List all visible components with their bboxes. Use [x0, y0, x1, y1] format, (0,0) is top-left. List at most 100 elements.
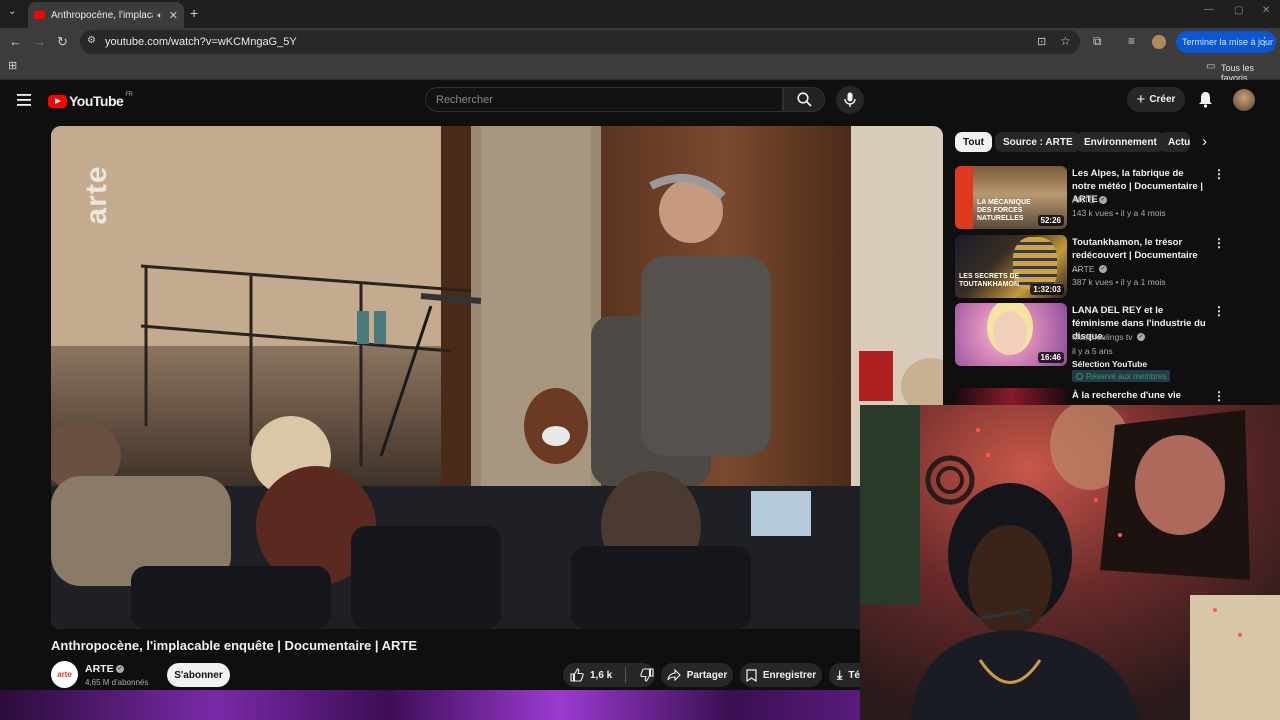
- search-button[interactable]: [783, 87, 825, 112]
- channel-avatar[interactable]: arte: [51, 661, 78, 688]
- arte-thumb-logo: [955, 166, 973, 229]
- share-icon: [667, 669, 681, 681]
- stream-overlay-strip: [0, 690, 860, 720]
- download-label: Té: [848, 669, 860, 681]
- video-duration: 1:32:03: [1030, 284, 1064, 295]
- thumb-caption: LA MÉCANIQUE DES FORCES NATURELLES: [977, 199, 1031, 222]
- browser-tab-bar: ⌄ Anthropocène, l'implacable 🔈︎ ✕ + — ▢ …: [0, 0, 1280, 28]
- new-tab-icon[interactable]: +: [190, 6, 198, 20]
- arte-watermark: arte: [80, 165, 113, 225]
- youtube-favicon-icon: [34, 11, 45, 19]
- restore-icon[interactable]: ▢: [1234, 6, 1243, 16]
- region-code: FR: [125, 92, 133, 98]
- webcam-feed: [860, 405, 1280, 720]
- site-info-icon[interactable]: ⚙: [87, 35, 96, 46]
- more-options-icon[interactable]: ⋮: [1213, 237, 1225, 249]
- more-options-icon[interactable]: ⋮: [1213, 305, 1225, 317]
- thumbs-down-icon[interactable]: [640, 668, 654, 682]
- folder-icon: ▭: [1206, 61, 1216, 72]
- youtube-play-icon: [48, 94, 67, 108]
- thumb-caption: LES SECRETS DE TOUTANKHAMON: [959, 273, 1020, 288]
- chip-environnement[interactable]: Environnement: [1076, 132, 1165, 152]
- recommendation-meta: 143 k vues • il y a 4 mois: [1072, 208, 1166, 218]
- recommendation-meta: 387 k vues • il y a 1 mois: [1072, 277, 1166, 287]
- chip-label: Actu: [1168, 136, 1190, 148]
- microphone-icon: [844, 92, 856, 107]
- media-controls-icon[interactable]: ≡: [1128, 35, 1135, 47]
- save-button[interactable]: Enregistrer: [740, 663, 822, 687]
- account-avatar[interactable]: [1233, 89, 1255, 111]
- video-player[interactable]: arte: [51, 126, 943, 629]
- search-input[interactable]: Rechercher: [425, 87, 783, 112]
- hamburger-menu-icon[interactable]: [17, 94, 31, 106]
- back-icon[interactable]: ←: [9, 35, 22, 48]
- apps-grid-icon[interactable]: ⊞: [8, 61, 17, 72]
- youtube-logo[interactable]: YouTube FR: [48, 92, 133, 109]
- chip-label: Tout: [963, 136, 984, 148]
- verified-icon: ✓: [1137, 333, 1145, 341]
- notifications-bell-icon[interactable]: [1198, 91, 1213, 108]
- close-window-icon[interactable]: ✕: [1262, 6, 1270, 16]
- recommendation-channel[interactable]: ARTE: [1072, 195, 1095, 205]
- chip-source-arte[interactable]: Source : ARTE: [995, 132, 1081, 152]
- bookmark-star-icon[interactable]: ☆: [1060, 34, 1071, 48]
- recommendation-title: À la recherche d'une vie: [1072, 390, 1181, 401]
- members-badge-icon: [1076, 372, 1083, 380]
- recommendation-item[interactable]: 16:46 LANA DEL REY et le féminisme dans …: [955, 303, 1255, 385]
- like-dislike-group: 1,6 k: [563, 663, 655, 687]
- download-icon: ⤓: [837, 667, 843, 682]
- more-options-icon[interactable]: ⋮: [1213, 168, 1225, 180]
- forward-icon[interactable]: →: [33, 35, 46, 48]
- recommendation-channel[interactable]: ARTE: [1072, 264, 1095, 274]
- verified-icon: ✓: [116, 665, 124, 673]
- more-options-icon[interactable]: ⋮: [1213, 390, 1225, 402]
- chip-actu[interactable]: Actu: [1160, 132, 1190, 152]
- tab-search-icon[interactable]: ⌄: [8, 7, 16, 17]
- chip-all[interactable]: Tout: [955, 132, 992, 152]
- like-button[interactable]: 1,6 k: [563, 663, 612, 687]
- video-thumbnail[interactable]: [955, 388, 1067, 405]
- logo-text: YouTube: [69, 93, 124, 109]
- members-only-badge: Réservé aux membres: [1072, 370, 1171, 382]
- update-button[interactable]: Terminer la mise à jour ⋮: [1176, 31, 1276, 53]
- speaker-icon[interactable]: 🔈︎: [157, 10, 162, 21]
- thumbs-up-icon: [570, 668, 584, 682]
- bookmarks-bar: ⊞ ▭ Tous les favoris: [0, 56, 1280, 83]
- channel-name[interactable]: ARTE: [85, 663, 114, 675]
- video-thumbnail[interactable]: 16:46: [955, 303, 1067, 366]
- menu-dots-icon[interactable]: ⋮: [1259, 35, 1270, 48]
- share-button[interactable]: Partager: [661, 663, 733, 687]
- like-divider: [625, 667, 627, 683]
- video-thumbnail[interactable]: LES SECRETS DE TOUTANKHAMON 1:32:03: [955, 235, 1067, 298]
- chips-next-arrow-icon[interactable]: ›: [1202, 133, 1207, 150]
- recommendation-channel[interactable]: Musicfeelings tv: [1072, 332, 1132, 342]
- subscribe-label: S'abonner: [174, 669, 223, 681]
- video-thumbnail[interactable]: LA MÉCANIQUE DES FORCES NATURELLES 52:26: [955, 166, 1067, 229]
- reload-icon[interactable]: ↻: [57, 35, 68, 48]
- tab-title: Anthropocène, l'implacable: [51, 9, 153, 21]
- members-badge-label: Réservé aux membres: [1086, 371, 1167, 381]
- voice-search-button[interactable]: [836, 86, 864, 114]
- search-icon: [796, 92, 812, 107]
- video-frame: [51, 126, 943, 629]
- browser-toolbar: ← → ↻ ⚙ youtube.com/watch?v=wKCMngaG_5Y …: [0, 28, 1280, 56]
- recommendation-item[interactable]: LA MÉCANIQUE DES FORCES NATURELLES 52:26…: [955, 166, 1255, 230]
- subscriber-count: 4,65 M d'abonnés: [85, 678, 149, 687]
- close-tab-icon[interactable]: ✕: [169, 9, 178, 22]
- verified-icon: ✓: [1099, 265, 1107, 273]
- install-app-icon[interactable]: ⊡: [1037, 35, 1046, 48]
- webcam-overlay: [860, 405, 1280, 720]
- create-button[interactable]: + Créer: [1127, 87, 1185, 112]
- minimize-icon[interactable]: —: [1204, 5, 1214, 15]
- youtube-selection-label: Sélection YouTube: [1072, 359, 1148, 369]
- channel-avatar-text: arte: [57, 670, 72, 679]
- extensions-icon[interactable]: ⧉: [1093, 35, 1102, 47]
- browser-tab[interactable]: Anthropocène, l'implacable 🔈︎ ✕: [28, 2, 184, 28]
- recommendation-item[interactable]: LES SECRETS DE TOUTANKHAMON 1:32:03 Tout…: [955, 235, 1255, 299]
- youtube-header: YouTube FR Rechercher + Créer: [0, 80, 1280, 120]
- subscribe-button[interactable]: S'abonner: [167, 663, 230, 687]
- recommendation-item[interactable]: À la recherche d'une vie ⋮: [955, 388, 1255, 405]
- profile-avatar[interactable]: [1152, 35, 1166, 49]
- plus-icon: +: [1136, 91, 1146, 108]
- address-bar[interactable]: ⚙ youtube.com/watch?v=wKCMngaG_5Y ⊡ ☆: [80, 30, 1080, 54]
